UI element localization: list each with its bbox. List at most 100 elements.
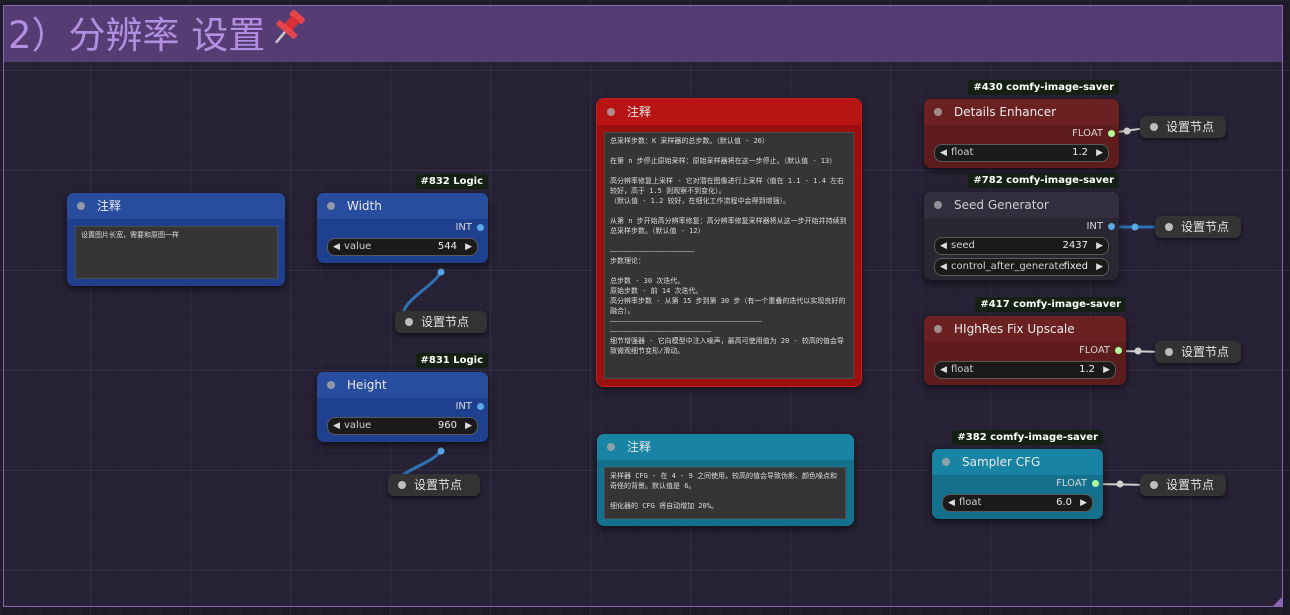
- collapse-dot-icon[interactable]: [934, 108, 942, 116]
- collapse-dot-icon[interactable]: [1165, 223, 1173, 231]
- note-text-area[interactable]: 设置图片长宽，需要和原图一样: [75, 226, 278, 279]
- set-node-label: 设置节点: [1181, 220, 1230, 234]
- output-slot-dot[interactable]: [477, 224, 484, 231]
- value-widget[interactable]: ◀ value 544 ▶: [327, 238, 478, 256]
- hires-fix-upscale-node[interactable]: #417 comfy-image-saver HIghRes Fix Upsca…: [924, 297, 1126, 385]
- set-node-seed[interactable]: 设置节点: [1155, 216, 1241, 238]
- seed-widget[interactable]: ◀ seed 2437 ▶: [934, 237, 1109, 255]
- increment-arrow-icon[interactable]: ▶: [465, 239, 472, 255]
- widget-value[interactable]: 1.2: [1072, 145, 1088, 161]
- height-node[interactable]: #831 Logic Height INT ◀ value 960 ▶: [317, 353, 488, 442]
- output-slot-dot[interactable]: [1108, 223, 1115, 230]
- note-node-steps[interactable]: 注释 总采样步数：K 采样器的总步数。（默认值 - 26） 在第 n 步停止原始…: [597, 99, 861, 386]
- node-title-bar[interactable]: Seed Generator: [924, 192, 1119, 218]
- collapse-dot-icon[interactable]: [1150, 123, 1158, 131]
- collapse-dot-icon[interactable]: [327, 202, 335, 210]
- note-text-area[interactable]: 总采样步数：K 采样器的总步数。（默认值 - 26） 在第 n 步停止原始采样：…: [604, 132, 854, 379]
- wire-midpoint-seed[interactable]: [1131, 223, 1139, 231]
- details-enhancer-node[interactable]: #430 comfy-image-saver Details Enhancer …: [924, 80, 1119, 168]
- set-node-hires[interactable]: 设置节点: [1155, 341, 1241, 363]
- collapse-dot-icon[interactable]: [405, 318, 413, 326]
- node-title-bar[interactable]: 注释: [67, 193, 285, 219]
- output-slot-float[interactable]: FLOAT: [924, 126, 1119, 142]
- seed-generator-node[interactable]: #782 comfy-image-saver Seed Generator IN…: [924, 173, 1119, 280]
- wire-midpoint-width[interactable]: [437, 268, 445, 276]
- output-slot-float[interactable]: FLOAT: [932, 476, 1103, 492]
- output-slot-dot[interactable]: [1092, 480, 1099, 487]
- decrement-arrow-icon[interactable]: ◀: [940, 259, 947, 275]
- increment-arrow-icon[interactable]: ▶: [1080, 495, 1087, 511]
- node-title: 注释: [97, 199, 122, 213]
- note-node-cfg[interactable]: 注释 采样器 CFG - 在 4 - 9 之间使用，较高的值会导致伪影、颜色噪点…: [597, 434, 854, 526]
- decrement-arrow-icon[interactable]: ◀: [948, 495, 955, 511]
- node-badge: #831 Logic: [415, 353, 488, 368]
- decrement-arrow-icon[interactable]: ◀: [940, 362, 947, 378]
- output-slot-int[interactable]: INT: [317, 220, 488, 236]
- collapse-dot-icon[interactable]: [942, 458, 950, 466]
- widget-value[interactable]: 960: [438, 418, 457, 434]
- widget-label: seed: [951, 240, 975, 251]
- output-slot-int[interactable]: INT: [317, 399, 488, 415]
- increment-arrow-icon[interactable]: ▶: [1096, 145, 1103, 161]
- collapse-dot-icon[interactable]: [607, 108, 615, 116]
- wire-midpoint-details[interactable]: [1123, 127, 1131, 135]
- output-slot-dot[interactable]: [1108, 130, 1115, 137]
- widget-value[interactable]: 1.2: [1079, 362, 1095, 378]
- wire-midpoint-hires[interactable]: [1134, 347, 1142, 355]
- wire-midpoint-cfg[interactable]: [1116, 480, 1124, 488]
- control-after-generate-widget[interactable]: ◀ control_after_generate fixed ▶: [934, 258, 1109, 276]
- increment-arrow-icon[interactable]: ▶: [1096, 259, 1103, 275]
- node-title-bar[interactable]: Details Enhancer: [924, 99, 1119, 125]
- node-title-bar[interactable]: Sampler CFG: [932, 449, 1103, 475]
- node-title-bar[interactable]: 注释: [597, 434, 854, 460]
- widget-value[interactable]: 6.0: [1056, 495, 1072, 511]
- output-type-label: INT: [455, 401, 472, 412]
- collapse-dot-icon[interactable]: [1165, 348, 1173, 356]
- increment-arrow-icon[interactable]: ▶: [1096, 238, 1103, 254]
- float-widget[interactable]: ◀ float 1.2 ▶: [934, 144, 1109, 162]
- set-node-cfg[interactable]: 设置节点: [1140, 474, 1226, 496]
- increment-arrow-icon[interactable]: ▶: [1103, 362, 1110, 378]
- collapse-dot-icon[interactable]: [327, 381, 335, 389]
- float-widget[interactable]: ◀ float 1.2 ▶: [934, 361, 1116, 379]
- output-type-label: INT: [455, 222, 472, 233]
- note-text-area[interactable]: 采样器 CFG - 在 4 - 9 之间使用，较高的值会导致伪影、颜色噪点和奇怪…: [604, 467, 846, 519]
- collapse-dot-icon[interactable]: [1150, 481, 1158, 489]
- output-slot-float[interactable]: FLOAT: [924, 343, 1126, 359]
- set-node-details[interactable]: 设置节点: [1140, 116, 1226, 138]
- node-title-bar[interactable]: Height: [317, 372, 488, 398]
- output-slot-dot[interactable]: [477, 403, 484, 410]
- collapse-dot-icon[interactable]: [398, 481, 406, 489]
- widget-label: value: [344, 241, 372, 252]
- set-node-width[interactable]: 设置节点: [395, 311, 487, 333]
- widget-value[interactable]: 544: [438, 239, 457, 255]
- node-title: Details Enhancer: [954, 105, 1057, 119]
- collapse-dot-icon[interactable]: [77, 202, 85, 210]
- float-widget[interactable]: ◀ float 6.0 ▶: [942, 494, 1093, 512]
- node-title-bar[interactable]: Width: [317, 193, 488, 219]
- decrement-arrow-icon[interactable]: ◀: [333, 418, 340, 434]
- collapse-dot-icon[interactable]: [934, 201, 942, 209]
- node-badge: #382 comfy-image-saver: [952, 430, 1103, 445]
- note-node-resolution[interactable]: 注释 设置图片长宽，需要和原图一样: [67, 193, 285, 286]
- width-node[interactable]: #832 Logic Width INT ◀ value 544 ▶: [317, 174, 488, 263]
- value-widget[interactable]: ◀ value 960 ▶: [327, 417, 478, 435]
- sampler-cfg-node[interactable]: #382 comfy-image-saver Sampler CFG FLOAT…: [932, 430, 1103, 519]
- collapse-dot-icon[interactable]: [934, 325, 942, 333]
- increment-arrow-icon[interactable]: ▶: [465, 418, 472, 434]
- node-title: Height: [347, 378, 387, 392]
- output-slot-int[interactable]: INT: [924, 219, 1119, 235]
- decrement-arrow-icon[interactable]: ◀: [333, 239, 340, 255]
- output-slot-dot[interactable]: [1115, 347, 1122, 354]
- widget-value[interactable]: fixed: [1064, 259, 1088, 275]
- wire-midpoint-height[interactable]: [437, 447, 445, 455]
- widget-label: control_after_generate: [951, 261, 1065, 272]
- decrement-arrow-icon[interactable]: ◀: [940, 145, 947, 161]
- node-title: Seed Generator: [954, 198, 1049, 212]
- set-node-height[interactable]: 设置节点: [388, 474, 480, 496]
- collapse-dot-icon[interactable]: [607, 443, 615, 451]
- node-title-bar[interactable]: 注释: [597, 99, 861, 125]
- decrement-arrow-icon[interactable]: ◀: [940, 238, 947, 254]
- widget-value[interactable]: 2437: [1063, 238, 1088, 254]
- node-title-bar[interactable]: HIghRes Fix Upscale: [924, 316, 1126, 342]
